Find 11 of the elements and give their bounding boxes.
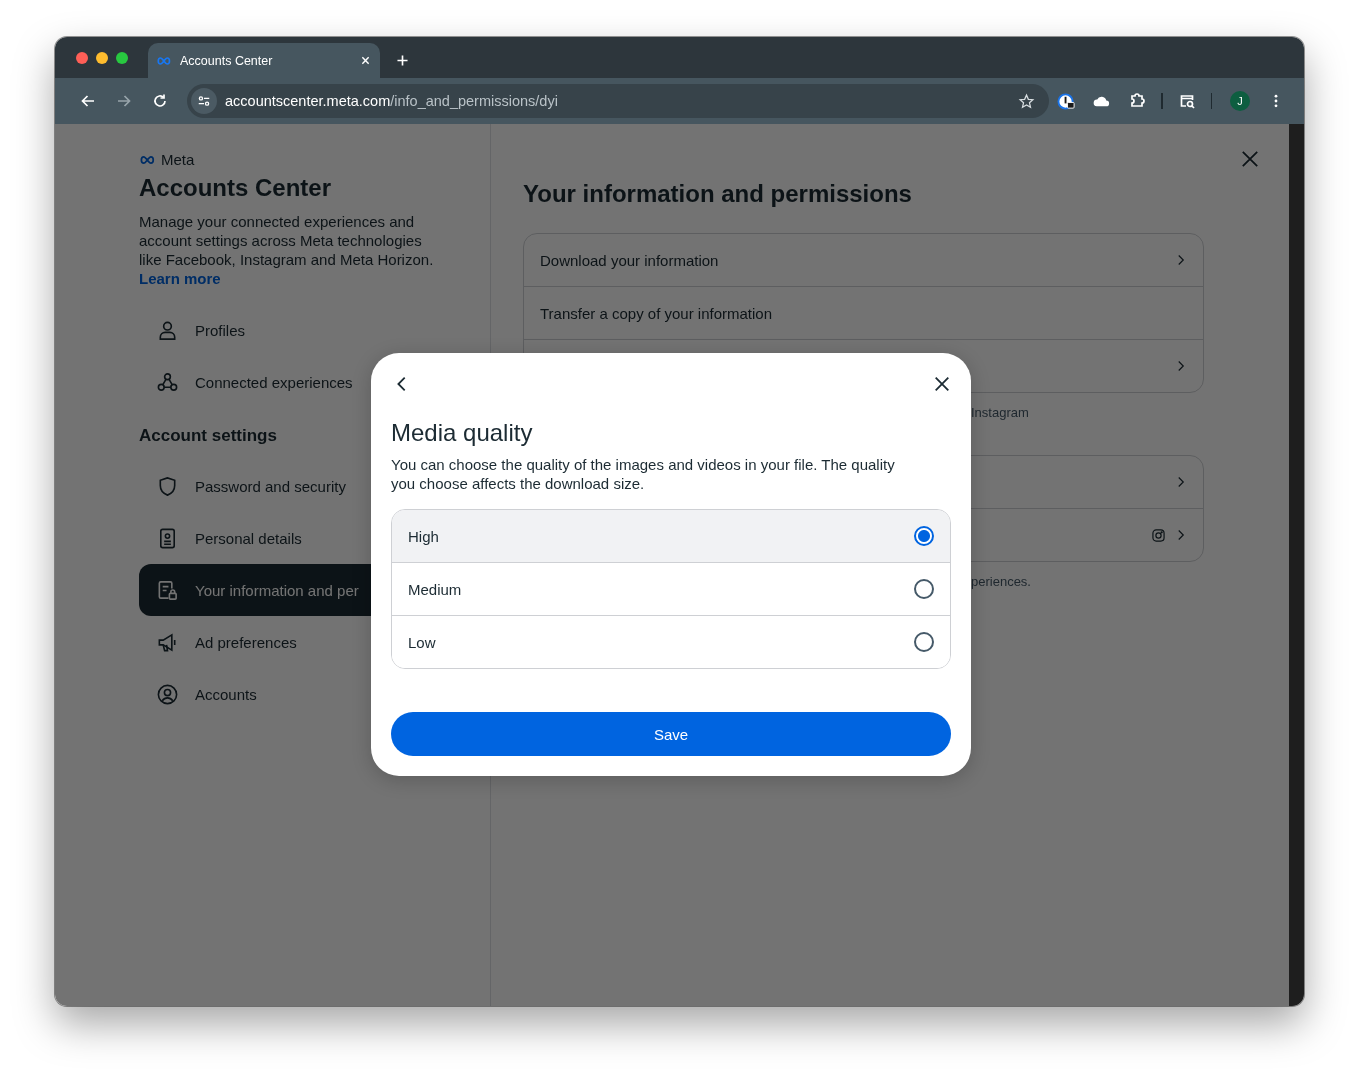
section-title: Account settings	[139, 426, 277, 446]
card-note: periences.	[970, 574, 1032, 589]
tab-title: Accounts Center	[180, 53, 274, 68]
card-note: Instagram	[970, 405, 1030, 420]
brand-name: Meta	[161, 151, 195, 168]
dialog-description: You can choose the quality of the images and videos in your file. The quality you choose affects the download size.	[391, 455, 896, 493]
page-title: Your information and permissions	[523, 180, 913, 208]
dialog-title: Media quality	[391, 419, 533, 447]
url-text: accountscenter.meta.com/info_and_permissions/dyi	[225, 93, 559, 109]
sidebar-title: Accounts Center	[139, 174, 333, 202]
sidebar-description: Manage your connected experiences and account settings across Meta technologies like Facebook, Instagram and Meta Horizon.	[139, 212, 435, 269]
